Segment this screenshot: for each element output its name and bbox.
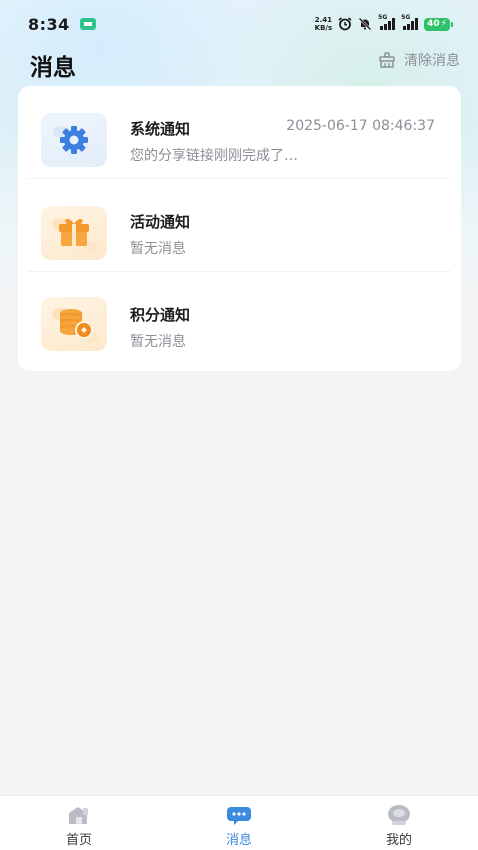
message-title: 系统通知: [130, 120, 191, 138]
status-bar: 8:34 2.41 KB/s 5G 5G 40 ⚡: [0, 0, 478, 48]
profile-icon: [388, 805, 410, 825]
gear-icon: [53, 126, 98, 157]
mute-bell-icon: [358, 17, 372, 31]
clear-broom-icon: [379, 52, 395, 68]
battery-level: 40: [427, 19, 440, 29]
alarm-icon: [338, 17, 352, 31]
page-title: 消息: [30, 55, 76, 81]
bottom-navigation: 首页 消息 我的: [0, 795, 478, 850]
coins-icon: [52, 308, 99, 343]
message-preview: 暂无消息: [130, 241, 186, 257]
network-speed-unit: KB/s: [314, 24, 333, 32]
system-icon-container: [41, 113, 107, 167]
clear-messages-label: 清除消息: [404, 53, 460, 69]
message-item-activity[interactable]: 活动通知 暂无消息: [18, 179, 461, 272]
message-title: 活动通知: [130, 213, 191, 231]
message-time: 2025-06-17 08:46:37: [286, 118, 435, 134]
battery-icon: 40 ⚡: [424, 17, 453, 31]
chat-bubble-icon: [227, 807, 251, 825]
points-icon-container: [41, 297, 107, 351]
network-speed-value: 2.41: [314, 16, 333, 24]
message-preview: 暂无消息: [130, 334, 186, 350]
nav-item-home[interactable]: 首页: [19, 796, 139, 850]
message-preview: 您的分享链接刚刚完成了…: [130, 148, 298, 164]
nav-item-messages[interactable]: 消息: [179, 796, 299, 850]
activity-icon-container: [41, 206, 107, 260]
status-clock: 8:34: [28, 14, 70, 34]
cell-signal-2-icon: 5G: [401, 14, 419, 30]
nav-label-home: 首页: [65, 833, 92, 848]
gift-icon: [52, 218, 98, 251]
message-item-points[interactable]: 积分通知 暂无消息: [18, 272, 461, 365]
cell-signal-1-icon: 5G: [378, 14, 396, 30]
cell-signal-1-label: 5G: [378, 14, 388, 21]
message-title: 积分通知: [130, 306, 191, 324]
nav-item-profile[interactable]: 我的: [339, 796, 459, 850]
nav-label-profile: 我的: [385, 833, 412, 848]
message-item-system[interactable]: 系统通知 2025-06-17 08:46:37 您的分享链接刚刚完成了…: [18, 86, 461, 179]
clear-messages-button[interactable]: 清除消息: [378, 48, 460, 72]
network-speed: 2.41 KB/s: [315, 16, 332, 32]
nav-label-messages: 消息: [225, 833, 252, 848]
page-header: 消息 清除消息: [0, 48, 478, 81]
home-icon: [69, 807, 88, 824]
cell-signal-2-label: 5G: [401, 14, 411, 21]
app-notification-icon: [79, 18, 96, 30]
message-category-list: 系统通知 2025-06-17 08:46:37 您的分享链接刚刚完成了… 活动…: [18, 86, 461, 371]
